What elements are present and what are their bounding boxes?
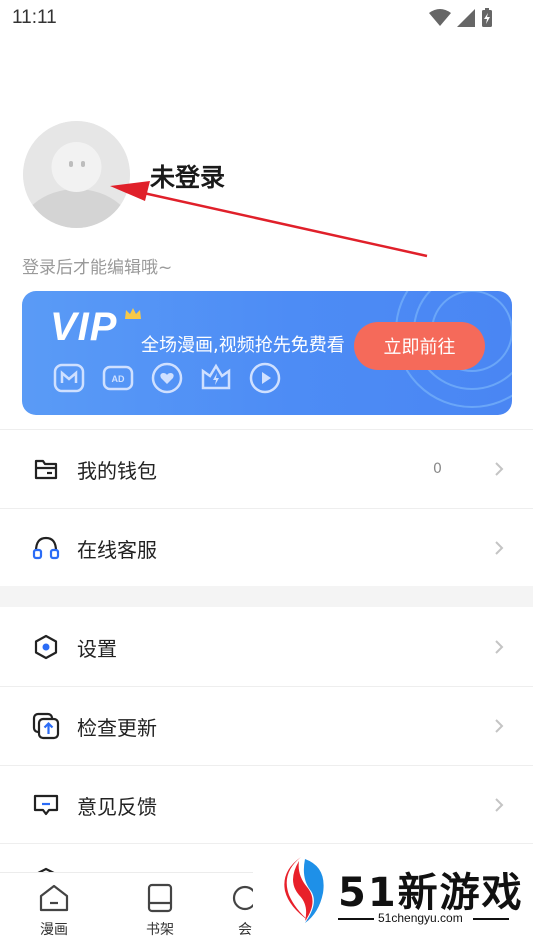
menu-label-service: 在线客服	[77, 537, 157, 562]
play-icon	[248, 361, 282, 395]
vip-benefit-icons: AD	[52, 361, 282, 395]
wifi-icon	[429, 9, 451, 26]
battery-icon	[482, 8, 492, 27]
vip-promo-text: 全场漫画,视频抢先免费看	[141, 335, 345, 356]
avatar[interactable]	[23, 121, 130, 228]
heart-icon	[150, 361, 184, 395]
login-subtitle: 登录后才能编辑哦~	[22, 258, 173, 278]
watermark-line-left	[338, 918, 374, 920]
login-title[interactable]: 未登录	[150, 158, 225, 194]
section-gap	[0, 586, 533, 607]
wallet-icon	[32, 455, 60, 483]
status-icons	[429, 8, 493, 28]
watermark-logo: 51新游戏 51chengyu.com	[253, 848, 533, 948]
chevron-right-icon	[495, 541, 504, 555]
vip-logo: VIP	[50, 305, 118, 349]
chevron-right-icon	[495, 462, 504, 476]
status-bar: 11:11	[0, 0, 533, 38]
crown-icon	[125, 308, 141, 319]
m-badge-icon	[52, 361, 86, 395]
settings-hexagon-icon	[32, 633, 60, 661]
tab-label-bookshelf: 书架	[146, 922, 174, 938]
bookshelf-icon	[147, 883, 173, 913]
chevron-right-icon	[495, 640, 504, 654]
headset-icon	[32, 534, 60, 562]
watermark-swirl-icon	[284, 857, 324, 923]
svg-text:AD: AD	[112, 374, 125, 384]
chevron-right-icon	[495, 719, 504, 733]
feedback-icon	[32, 791, 60, 819]
tab-label-member: 会	[238, 922, 252, 938]
ad-free-icon: AD	[101, 361, 135, 395]
vip-go-button[interactable]: 立即前往	[354, 322, 485, 370]
menu-label-wallet: 我的钱包	[77, 458, 157, 483]
chevron-right-icon	[495, 798, 504, 812]
watermark-url: 51chengyu.com	[378, 911, 463, 925]
watermark-brand: 51新游戏	[338, 870, 524, 916]
tab-label-comics: 漫画	[40, 922, 68, 938]
signal-icon	[457, 9, 475, 27]
tab-comics[interactable]: 漫画	[24, 883, 84, 939]
menu-item-service[interactable]: 在线客服	[0, 509, 533, 587]
menu-item-settings[interactable]: 设置	[0, 608, 533, 686]
avatar-placeholder-icon	[23, 121, 130, 228]
menu-label-feedback: 意见反馈	[77, 794, 157, 819]
crown-bolt-icon	[199, 361, 233, 395]
menu-item-wallet[interactable]: 我的钱包 0	[0, 430, 533, 508]
home-icon	[39, 884, 69, 912]
tab-bookshelf[interactable]: 书架	[130, 883, 190, 939]
wallet-balance: 0	[433, 461, 442, 477]
menu-label-update: 检查更新	[77, 715, 157, 740]
update-icon	[32, 712, 60, 740]
watermark-line-right	[473, 918, 509, 920]
menu-label-settings: 设置	[77, 636, 117, 661]
menu-item-feedback[interactable]: 意见反馈	[0, 766, 533, 844]
status-time: 11:11	[12, 7, 57, 28]
vip-banner[interactable]: VIP 全场漫画,视频抢先免费看 立即前往 AD	[22, 291, 512, 415]
menu-item-update[interactable]: 检查更新	[0, 687, 533, 765]
